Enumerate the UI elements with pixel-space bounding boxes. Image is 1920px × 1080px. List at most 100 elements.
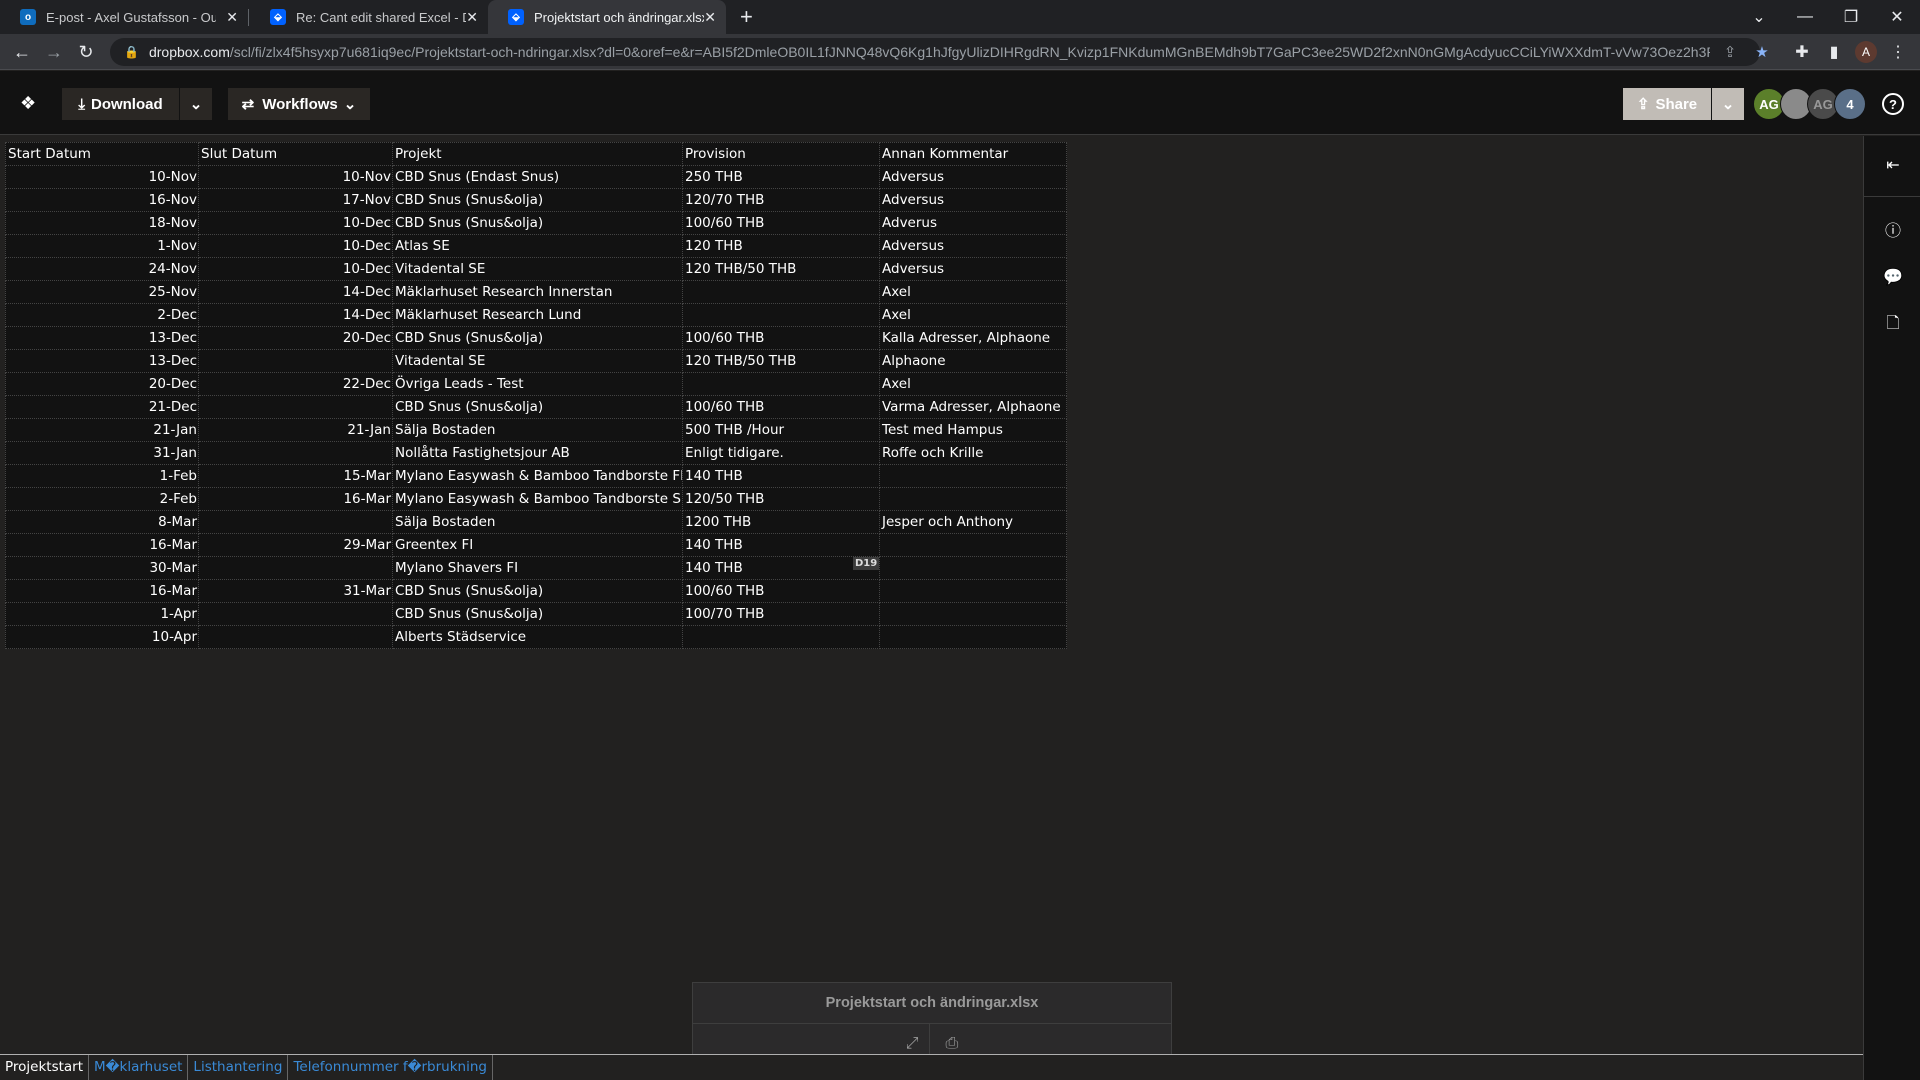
table-cell[interactable]: 14-Dec [198, 280, 393, 304]
table-cell[interactable]: Mäklarhuset Research Lund [392, 303, 683, 327]
table-cell[interactable]: Alphaone [879, 349, 1067, 373]
table-cell[interactable]: 21-Jan [198, 418, 393, 442]
url-input[interactable]: 🔒 dropbox.com/scl/fi/zlx4f5hsyxp7u681iq9… [110, 38, 1769, 66]
table-cell[interactable]: 21-Dec [5, 395, 199, 419]
table-cell[interactable]: 31-Jan [5, 441, 199, 465]
table-cell[interactable]: 16-Mar [5, 579, 199, 603]
table-cell[interactable]: Jesper och Anthony [879, 510, 1067, 534]
table-cell[interactable]: Övriga Leads - Test [392, 372, 683, 396]
table-cell[interactable] [198, 625, 393, 649]
table-cell[interactable]: CBD Snus (Snus&olja) [392, 395, 683, 419]
avatar-more-count[interactable]: 4 [1834, 88, 1866, 120]
table-cell[interactable]: Adversus [879, 165, 1067, 189]
table-cell[interactable]: 18-Nov [5, 211, 199, 235]
table-cell[interactable]: 21-Jan [5, 418, 199, 442]
table-cell[interactable] [682, 625, 880, 649]
table-cell[interactable] [198, 510, 393, 534]
table-cell[interactable]: 1-Apr [5, 602, 199, 626]
table-cell[interactable]: 20-Dec [198, 326, 393, 350]
table-cell[interactable]: 250 THB [682, 165, 880, 189]
table-cell[interactable]: CBD Snus (Snus&olja) [392, 188, 683, 212]
table-cell[interactable]: Mylano Shavers FI [392, 556, 683, 580]
table-cell[interactable] [879, 464, 1067, 488]
table-cell[interactable]: Adversus [879, 257, 1067, 281]
table-cell[interactable]: 100/60 THB [682, 211, 880, 235]
forward-button[interactable]: → [42, 40, 66, 64]
table-cell[interactable]: 2-Dec [5, 303, 199, 327]
table-cell[interactable] [682, 303, 880, 327]
table-cell[interactable]: 13-Dec [5, 326, 199, 350]
table-cell[interactable]: 14-Dec [198, 303, 393, 327]
file-activity-icon[interactable]: 🗋 [1882, 314, 1904, 336]
table-cell[interactable]: Adverus [879, 211, 1067, 235]
table-cell[interactable]: 500 THB /Hour [682, 418, 880, 442]
table-cell[interactable]: 1-Nov [5, 234, 199, 258]
table-cell[interactable]: 24-Nov [5, 257, 199, 281]
table-cell[interactable]: CBD Snus (Snus&olja) [392, 579, 683, 603]
table-cell[interactable] [879, 533, 1067, 557]
table-cell[interactable] [879, 556, 1067, 580]
share-page-icon[interactable]: ⇪ [1718, 42, 1742, 62]
table-cell[interactable]: Axel [879, 303, 1067, 327]
table-cell[interactable] [879, 625, 1067, 649]
table-cell[interactable] [879, 579, 1067, 603]
table-cell[interactable]: 13-Dec [5, 349, 199, 373]
table-cell[interactable]: Atlas SE [392, 234, 683, 258]
table-cell[interactable]: Vitadental SE [392, 257, 683, 281]
table-cell[interactable]: 31-Mar [198, 579, 393, 603]
column-header[interactable]: Annan Kommentar [879, 142, 1067, 166]
sheet-tab-projektstart[interactable]: Projektstart [0, 1055, 90, 1080]
tab-search-icon[interactable]: ⌄ [1736, 0, 1782, 34]
table-cell[interactable]: 16-Mar [198, 487, 393, 511]
side-panel-icon[interactable]: ▮ [1822, 40, 1846, 64]
table-cell[interactable]: 29-Mar [198, 533, 393, 557]
table-cell[interactable]: Mylano Easywash & Bamboo Tandborste FI [392, 464, 683, 488]
table-cell[interactable]: 100/60 THB [682, 395, 880, 419]
table-cell[interactable]: 100/60 THB [682, 326, 880, 350]
table-cell[interactable]: Nollåtta Fastighetsjour AB [392, 441, 683, 465]
table-cell[interactable]: 15-Mar [198, 464, 393, 488]
table-cell[interactable]: Axel [879, 372, 1067, 396]
back-button[interactable]: ← [10, 40, 34, 64]
table-cell[interactable] [198, 395, 393, 419]
table-cell[interactable]: 10-Dec [198, 257, 393, 281]
column-header[interactable]: Slut Datum [198, 142, 393, 166]
table-cell[interactable]: 100/60 THB [682, 579, 880, 603]
reload-button[interactable]: ↻ [74, 40, 98, 64]
table-cell[interactable]: Enligt tidigare. [682, 441, 880, 465]
table-cell[interactable]: 120/50 THB [682, 487, 880, 511]
table-cell[interactable] [198, 602, 393, 626]
close-window-button[interactable]: ✕ [1874, 0, 1920, 34]
column-header[interactable]: Provision [682, 142, 880, 166]
table-cell[interactable]: Roffe och Krille [879, 441, 1067, 465]
table-cell[interactable]: 100/70 THB [682, 602, 880, 626]
browser-tab-dropbox-forum[interactable]: ⬙ Re: Cant edit shared Excel - Dropbox ✕ [250, 0, 488, 34]
table-cell[interactable]: Vitadental SE [392, 349, 683, 373]
table-cell[interactable]: 20-Dec [5, 372, 199, 396]
table-cell[interactable]: CBD Snus (Snus&olja) [392, 326, 683, 350]
close-tab-icon[interactable]: ✕ [466, 9, 478, 26]
table-cell[interactable]: 16-Nov [5, 188, 199, 212]
table-cell[interactable]: 120/70 THB [682, 188, 880, 212]
table-cell[interactable] [682, 280, 880, 304]
close-tab-icon[interactable]: ✕ [704, 9, 716, 26]
table-cell[interactable]: Axel [879, 280, 1067, 304]
close-tab-icon[interactable]: ✕ [226, 9, 238, 26]
table-cell[interactable]: 10-Nov [198, 165, 393, 189]
table-cell[interactable]: CBD Snus (Endast Snus) [392, 165, 683, 189]
download-button[interactable]: ⤓ Download [62, 88, 179, 120]
table-cell[interactable]: 1-Feb [5, 464, 199, 488]
table-cell[interactable]: 22-Dec [198, 372, 393, 396]
table-cell[interactable]: 10-Dec [198, 234, 393, 258]
dropbox-logo-icon[interactable]: ❖ [20, 93, 42, 113]
table-cell[interactable]: 140 THB [682, 556, 880, 580]
sheet-tab-telefonnummer[interactable]: Telefonnummer f�rbrukning [288, 1055, 493, 1080]
table-cell[interactable]: 25-Nov [5, 280, 199, 304]
restore-button[interactable]: ❐ [1828, 0, 1874, 34]
bookmark-star-icon[interactable]: ★ [1750, 42, 1774, 62]
table-cell[interactable]: 16-Mar [5, 533, 199, 557]
table-cell[interactable]: Mäklarhuset Research Innerstan [392, 280, 683, 304]
table-cell[interactable]: Varma Adresser, Alphaone [879, 395, 1067, 419]
sheet-tab-maklarhuset[interactable]: M�klarhuset [89, 1055, 189, 1080]
table-cell[interactable]: 2-Feb [5, 487, 199, 511]
